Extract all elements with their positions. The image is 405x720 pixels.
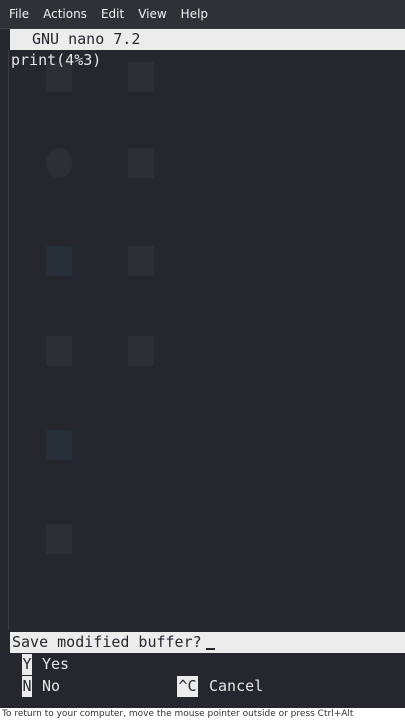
desktop-folder-icon xyxy=(46,430,72,460)
save-prompt-text: Save modified buffer? xyxy=(12,633,202,651)
window-border xyxy=(8,50,9,630)
desktop-file-icon xyxy=(46,336,72,366)
menu-actions[interactable]: Actions xyxy=(36,7,94,21)
terminal-bottom xyxy=(0,698,405,708)
desktop-file-icon xyxy=(128,148,154,178)
option-no-key: N xyxy=(22,676,32,697)
vm-hint-bar: To return to your computer, move the mou… xyxy=(0,708,405,720)
option-yes-label: Yes xyxy=(42,655,70,673)
desktop-file-icon xyxy=(128,246,154,276)
option-no[interactable]: N No xyxy=(10,676,110,697)
desktop-folder-icon xyxy=(46,246,72,276)
option-yes-key: Y xyxy=(22,654,32,675)
nano-title-bar: GNU nano 7.2 xyxy=(10,29,405,50)
menu-file[interactable]: File xyxy=(4,7,36,21)
menu-bar: File Actions Edit View Help xyxy=(0,0,405,29)
desktop-app-icon xyxy=(46,148,72,178)
desktop-file-icon xyxy=(46,62,72,92)
option-cancel-key: ^C xyxy=(177,676,198,697)
editor-area[interactable]: print(4%3) xyxy=(0,50,405,630)
menu-view[interactable]: View xyxy=(131,7,173,21)
option-cancel[interactable]: ^C Cancel xyxy=(177,676,297,697)
save-prompt: Save modified buffer? xyxy=(10,632,405,653)
option-no-label: No xyxy=(42,677,61,695)
option-yes[interactable]: Y Yes xyxy=(10,654,110,675)
desktop-file-icon xyxy=(128,62,154,92)
desktop-file-icon xyxy=(46,524,72,554)
desktop-file-icon xyxy=(128,336,154,366)
text-cursor xyxy=(205,648,215,650)
menu-edit[interactable]: Edit xyxy=(94,7,131,21)
menu-help[interactable]: Help xyxy=(174,7,215,21)
option-cancel-label: Cancel xyxy=(209,677,264,695)
